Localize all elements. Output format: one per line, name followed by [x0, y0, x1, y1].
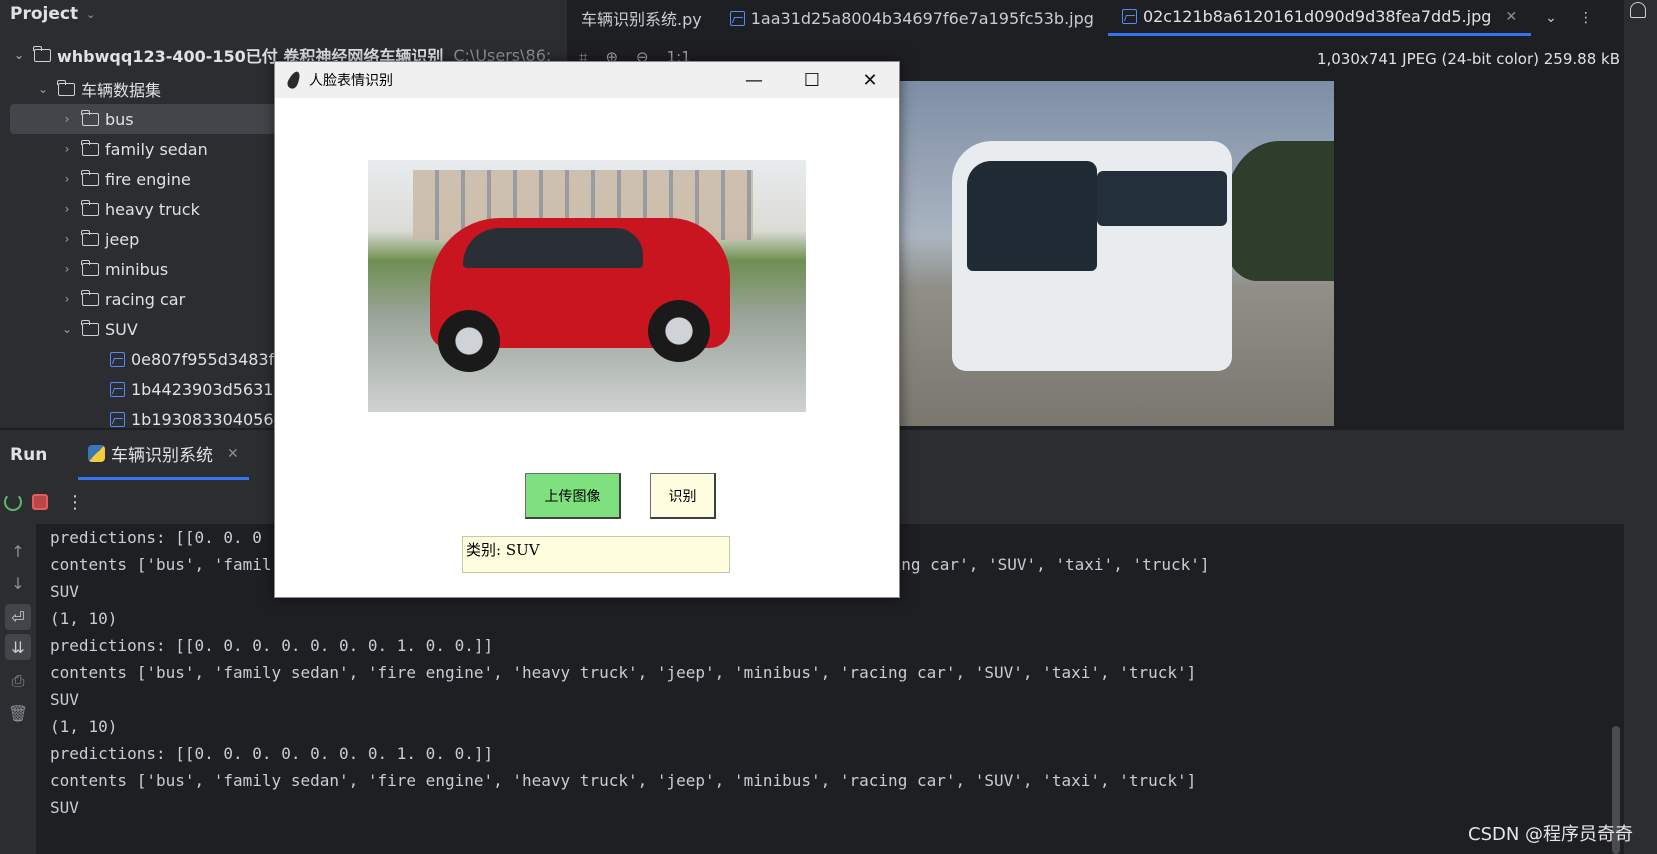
editor-tabbar: 车辆识别系统.py 1aa31d25a8004b34697f6e7a195fc5…: [567, 0, 1657, 36]
chevron-right-icon[interactable]: ›: [60, 262, 74, 276]
maximize-button[interactable]: ☐: [783, 70, 841, 91]
tree-item-label: heavy truck: [105, 199, 200, 219]
tree-item-label: 0e807f955d3483f: [131, 349, 275, 369]
console-line: SUV: [50, 582, 79, 601]
folder-icon: [81, 319, 99, 336]
trash-icon[interactable]: 🗑: [5, 700, 31, 726]
folder-icon: [81, 109, 99, 126]
watermark: CSDN @程序员奇奇: [1468, 824, 1634, 845]
tree-item-label: bus: [105, 109, 134, 129]
chevron-right-icon[interactable]: ›: [60, 112, 74, 126]
stop-icon[interactable]: [32, 494, 48, 510]
folder-icon: [57, 79, 75, 96]
tree-item-label: 1b4423903d56316: [131, 379, 284, 399]
tab-tools: ⌄ ⋮: [1545, 10, 1593, 26]
recognize-button[interactable]: 识别: [650, 473, 716, 519]
chevron-right-icon[interactable]: ›: [60, 172, 74, 186]
project-header[interactable]: Project ⌄: [0, 0, 567, 28]
tree-item-label: family sedan: [105, 139, 208, 159]
console-line: SUV: [50, 798, 79, 817]
close-icon[interactable]: ✕: [227, 446, 239, 462]
dialog-titlebar[interactable]: 人脸表情识别 — ☐ ✕: [275, 62, 899, 98]
tree-item-label: 1b193083304056f: [131, 409, 280, 429]
chevron-right-icon[interactable]: ›: [60, 292, 74, 306]
print-icon[interactable]: ⎙: [5, 668, 31, 694]
chevron-down-icon[interactable]: ⌄: [12, 48, 26, 62]
image-file-icon: [110, 411, 125, 427]
bus-photo: [897, 81, 1334, 426]
close-icon[interactable]: ✕: [1505, 9, 1517, 25]
tab-label: 1aa31d25a8004b34697f6e7a195fc53b.jpg: [750, 8, 1094, 28]
chevron-right-icon[interactable]: ›: [60, 142, 74, 156]
folder-icon: [81, 169, 99, 186]
recognition-dialog: 人脸表情识别 — ☐ ✕ 上传图像 识别 类别: SUV: [274, 61, 900, 598]
chevron-down-icon[interactable]: ⌄: [60, 322, 74, 336]
chevron-down-icon[interactable]: ⌄: [36, 82, 50, 96]
tree-item-label: jeep: [105, 229, 140, 249]
car-photo: [368, 160, 806, 412]
rerun-icon[interactable]: [4, 493, 22, 511]
tree-item-label: SUV: [105, 319, 138, 339]
chevron-down-icon[interactable]: ⌄: [86, 8, 95, 21]
run-tab-label: 车辆识别系统: [111, 446, 213, 466]
chevron-right-icon[interactable]: ›: [60, 202, 74, 216]
dialog-title: 人脸表情识别: [309, 73, 393, 89]
console-line: predictions: [[0. 0. 0: [50, 528, 262, 547]
feather-icon: [285, 69, 303, 91]
image-file-icon: [1121, 9, 1137, 24]
tab-image-file-active[interactable]: 02c121b8a6120161d090d9d38fea7dd5.jpg ✕: [1107, 0, 1532, 36]
folder-icon: [81, 289, 99, 306]
tree-item-label: racing car: [105, 289, 186, 309]
tab-run-config[interactable]: 车辆识别系统 ✕: [78, 430, 249, 480]
python-icon: [88, 445, 105, 462]
image-file-icon: [110, 351, 125, 367]
more-vertical-icon[interactable]: ⋮: [66, 492, 84, 513]
folder-icon: [81, 259, 99, 276]
tree-item-label: minibus: [105, 259, 169, 279]
result-text: 类别: SUV: [462, 536, 730, 573]
console-line: cing car', 'SUV', 'taxi', 'truck']: [882, 555, 1210, 574]
console-line: predictions: [[0. 0. 0. 0. 0. 0. 0. 1. 0…: [50, 636, 494, 655]
console-line: SUV: [50, 690, 79, 709]
image-file-icon: [110, 381, 125, 397]
tab-python-file[interactable]: 车辆识别系统.py: [567, 0, 716, 36]
folder-icon: [81, 229, 99, 246]
folder-icon: [33, 45, 51, 62]
run-title: Run: [10, 445, 48, 465]
close-button[interactable]: ✕: [841, 70, 899, 91]
folder-icon: [81, 139, 99, 156]
right-tool-strip: [1624, 0, 1657, 854]
tab-label: 02c121b8a6120161d090d9d38fea7dd5.jpg: [1142, 7, 1492, 26]
tab-label: 车辆识别系统.py: [581, 10, 702, 29]
upload-image-button[interactable]: 上传图像: [525, 473, 621, 519]
tree-item-label: 车辆数据集: [81, 81, 162, 100]
console-line: (1, 10): [50, 717, 118, 736]
arrow-down-icon[interactable]: ↓: [5, 570, 31, 596]
notifications-icon[interactable]: [1630, 2, 1646, 18]
image-info: 1,030x741 JPEG (24-bit color) 259.88 kB: [1316, 50, 1620, 68]
project-header-label: Project: [10, 4, 79, 24]
soft-wrap-icon[interactable]: ⏎: [5, 604, 31, 630]
tab-image-file[interactable]: 1aa31d25a8004b34697f6e7a195fc53b.jpg: [716, 0, 1108, 36]
more-vertical-icon[interactable]: ⋮: [1579, 10, 1593, 26]
run-side-toolbar: ↑ ↓ ⏎ ⇊ ⎙ 🗑: [0, 524, 36, 854]
minimize-button[interactable]: —: [725, 70, 783, 91]
console-line: predictions: [[0. 0. 0. 0. 0. 0. 0. 1. 0…: [50, 744, 494, 763]
console-line: (1, 10): [50, 609, 118, 628]
chevron-right-icon[interactable]: ›: [60, 232, 74, 246]
console-line: contents ['bus', 'famil: [50, 555, 272, 574]
chevron-down-icon[interactable]: ⌄: [1545, 10, 1557, 26]
arrow-up-icon[interactable]: ↑: [5, 538, 31, 564]
image-file-icon: [729, 10, 745, 26]
scroll-to-end-icon[interactable]: ⇊: [5, 634, 31, 660]
console-line: contents ['bus', 'family sedan', 'fire e…: [50, 663, 1197, 682]
console-line: contents ['bus', 'family sedan', 'fire e…: [50, 771, 1197, 790]
tree-item-label: fire engine: [105, 169, 191, 189]
folder-icon: [81, 199, 99, 216]
